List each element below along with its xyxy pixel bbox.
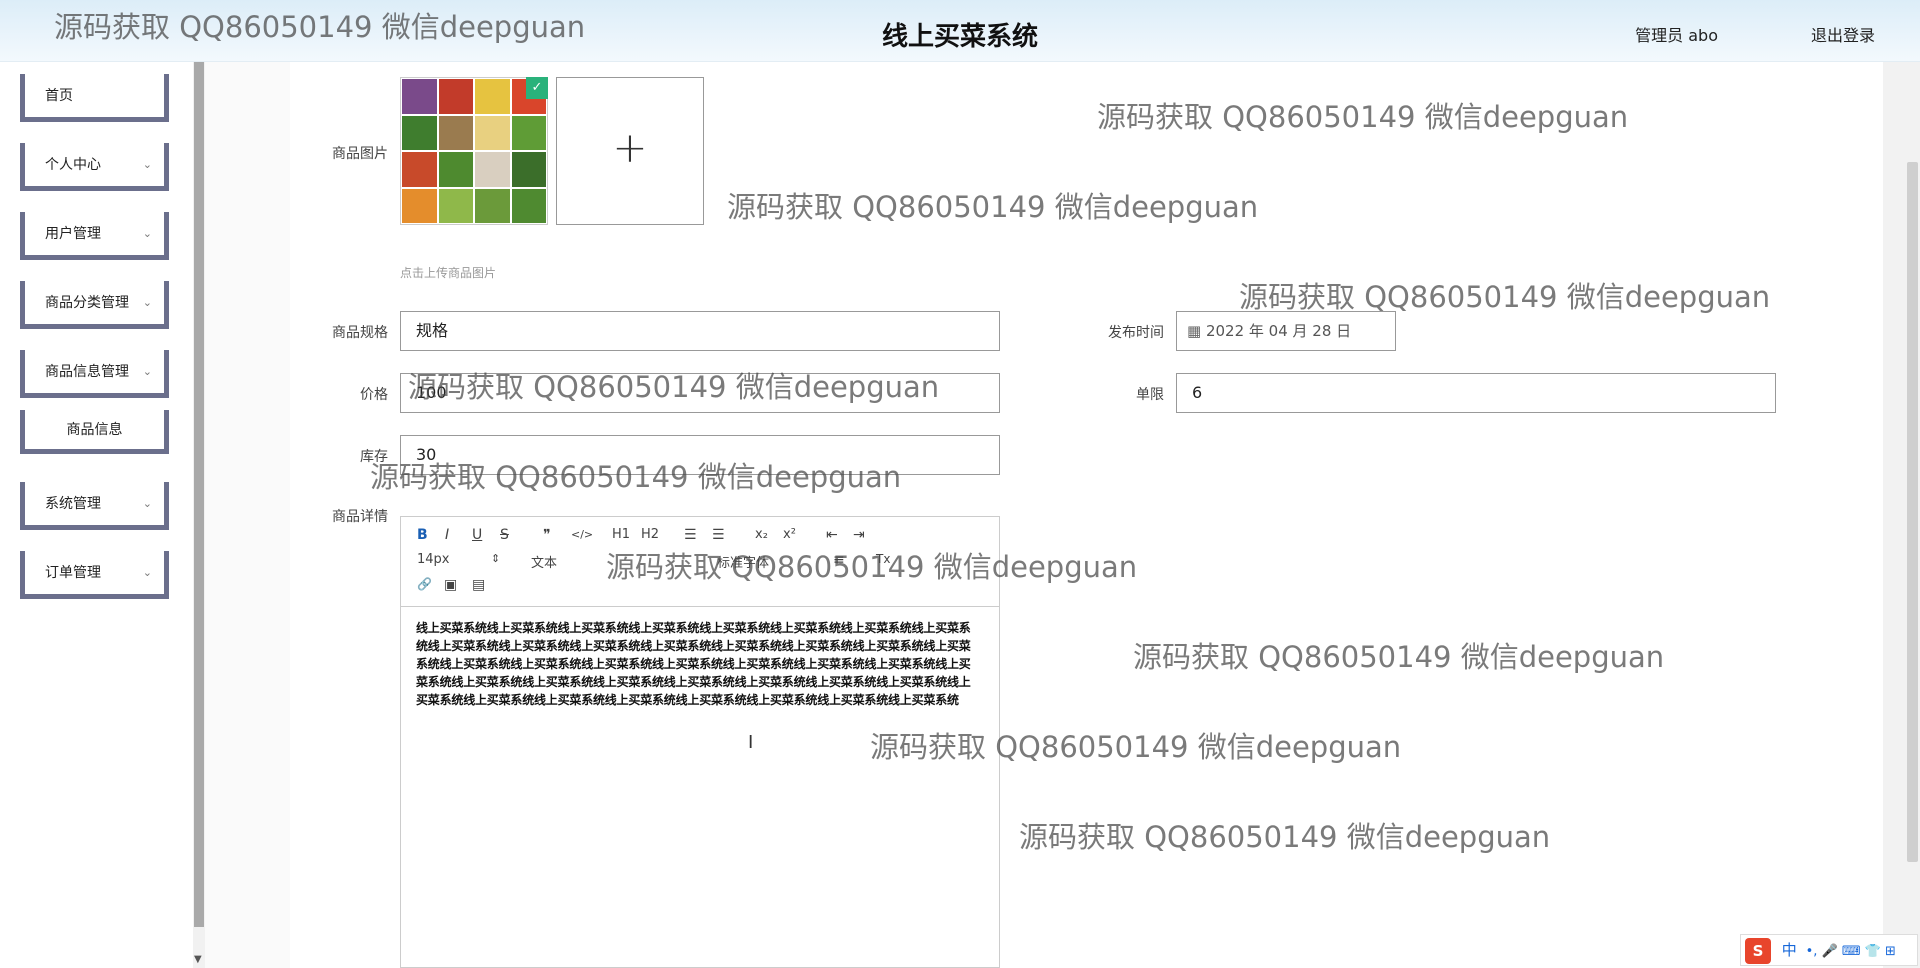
admin-user-label: 管理员 abo (1635, 26, 1718, 45)
clear-format-icon[interactable]: Tx (876, 552, 890, 566)
chevron-down-icon: ⌄ (142, 566, 152, 579)
sidebar-subitem-product-info[interactable]: 商品信息 (20, 410, 169, 454)
stock-label: 库存 (360, 449, 388, 465)
scrollbar-thumb[interactable] (194, 62, 204, 927)
limit-label: 单限 (1136, 387, 1164, 403)
scroll-down-icon[interactable]: ▼ (194, 954, 202, 965)
outdent-icon[interactable]: ⇤ (826, 527, 838, 543)
sidebar-item-home[interactable]: 首页 (20, 74, 169, 122)
publish-date-picker[interactable]: ▦ 2022 年 04 月 28 日 (1176, 311, 1396, 351)
editor-toolbar: B I U S ❞ </> H1 H2 ☰ ☰ x₂ x² ⇤ ⇥ 14px ⇕… (401, 517, 999, 607)
sidebar-scrollbar[interactable]: ▼ (193, 62, 205, 968)
spec-label: 商品规格 (332, 325, 388, 341)
rich-text-editor[interactable]: B I U S ❞ </> H1 H2 ☰ ☰ x₂ x² ⇤ ⇥ 14px ⇕… (400, 516, 1000, 968)
sidebar-item-product-management[interactable]: 商品信息管理 ⌄ (20, 350, 169, 398)
app-title: 线上买菜系统 (881, 22, 1038, 52)
upload-hint: 点击上传商品图片 (400, 266, 497, 280)
check-icon: ✓ (526, 77, 548, 99)
superscript-button[interactable]: x² (783, 527, 796, 542)
italic-button[interactable]: I (445, 527, 449, 543)
sidebar-item-order-management[interactable]: 订单管理 ⌄ (20, 551, 169, 599)
ordered-list-icon[interactable]: ☰ (684, 527, 697, 543)
sogou-logo-icon: S (1745, 937, 1771, 964)
blockquote-icon[interactable]: ❞ (543, 527, 551, 543)
image-icon[interactable]: ▣ (444, 577, 457, 593)
chevron-down-icon: ⌄ (142, 365, 152, 378)
chevron-down-icon: ⌄ (142, 497, 152, 510)
publish-time-label: 发布时间 (1108, 325, 1164, 341)
chevron-down-icon: ⌄ (142, 296, 152, 309)
chevron-down-icon: ⌄ (142, 158, 152, 171)
top-header: 线上买菜系统 管理员 abo 退出登录 (0, 0, 1920, 62)
price-label: 价格 (360, 387, 388, 403)
image-label: 商品图片 (332, 146, 388, 162)
ime-mode-label[interactable]: 中 (1782, 941, 1797, 959)
text-type-select[interactable]: 文本 (531, 552, 557, 571)
detail-label: 商品详情 (332, 509, 388, 525)
sidebar-item-label: 用户管理 (45, 226, 101, 242)
code-block-icon[interactable]: </> (571, 528, 593, 541)
font-family-select[interactable]: 标准字体 (717, 552, 769, 571)
font-size-select[interactable]: 14px (417, 552, 450, 567)
product-image-thumbnail[interactable] (400, 77, 548, 225)
editor-content[interactable]: 线上买菜系统线上买菜系统线上买菜系统线上买菜系统线上买菜系统线上买菜系统线上买菜… (416, 619, 981, 709)
sidebar-item-personal-center[interactable]: 个人中心 ⌄ (20, 143, 169, 191)
ime-tool-icons[interactable]: •, 🎤 ⌨ 👕 ⊞ (1806, 944, 1896, 959)
sidebar-item-label: 首页 (45, 88, 73, 104)
sidebar-item-label: 系统管理 (45, 496, 101, 512)
spec-input[interactable]: 规格 (400, 311, 1000, 351)
link-icon[interactable]: 🔗 (417, 577, 432, 591)
sidebar-item-label: 商品信息管理 (45, 364, 129, 380)
text-cursor-icon: I (748, 732, 754, 753)
indent-icon[interactable]: ⇥ (853, 527, 865, 543)
sidebar-item-user-management[interactable]: 用户管理 ⌄ (20, 212, 169, 260)
sidebar-item-system-management[interactable]: 系统管理 ⌄ (20, 482, 169, 530)
sidebar-item-label: 商品信息 (66, 422, 123, 438)
subscript-button[interactable]: x₂ (755, 527, 768, 542)
sidebar-item-category-management[interactable]: 商品分类管理 ⌄ (20, 281, 169, 329)
video-icon[interactable]: ▤ (472, 577, 485, 593)
strike-button[interactable]: S (500, 527, 509, 543)
ime-toolbar[interactable]: S 中 •, 🎤 ⌨ 👕 ⊞ (1740, 934, 1918, 966)
bullet-list-icon[interactable]: ☰ (712, 527, 725, 543)
sidebar-item-label: 订单管理 (45, 565, 101, 581)
font-size-arrow-icon: ⇕ (491, 552, 501, 565)
publish-date-value: 2022 年 04 月 28 日 (1205, 322, 1352, 340)
heading1-button[interactable]: H1 (612, 527, 630, 542)
logout-link[interactable]: 退出登录 (1811, 22, 1875, 46)
heading2-button[interactable]: H2 (641, 527, 659, 542)
price-input[interactable]: 100 (400, 373, 1000, 413)
sidebar-item-label: 商品分类管理 (45, 295, 129, 311)
calendar-icon: ▦ (1187, 322, 1206, 340)
upload-image-button[interactable]: + (556, 77, 704, 225)
bold-button[interactable]: B (417, 527, 428, 543)
sidebar-item-label: 个人中心 (45, 157, 101, 173)
limit-input[interactable]: 6 (1176, 373, 1776, 413)
align-icon[interactable]: ≡ (833, 552, 845, 568)
underline-button[interactable]: U (472, 527, 482, 543)
chevron-down-icon: ⌄ (142, 227, 152, 240)
stock-input[interactable]: 30 (400, 435, 1000, 475)
page-scrollbar[interactable] (1883, 62, 1920, 968)
scrollbar-thumb[interactable] (1907, 162, 1918, 862)
